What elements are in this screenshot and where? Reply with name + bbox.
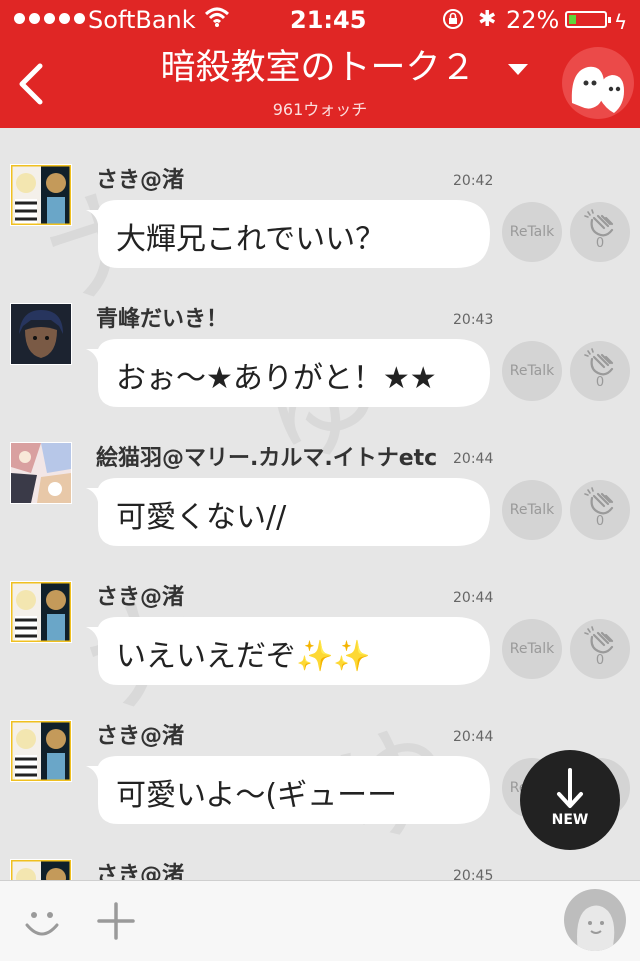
composer-bar [0, 880, 640, 961]
message-bubble[interactable]: 可愛いよ〜(ギューー [84, 754, 491, 825]
room-title[interactable]: 暗殺教室のトーク２ [160, 48, 475, 88]
message-bubble[interactable]: いえいえだぞ✨✨ [84, 615, 491, 686]
message-row: 青峰だいき！ 20:43 おぉ〜★ありがと！★★ ReTalk 0 [0, 267, 640, 408]
clap-count: 0 [595, 236, 605, 251]
caret-down-icon[interactable] [508, 64, 528, 75]
battery-fill [569, 15, 576, 24]
username[interactable]: さき@渚 [96, 162, 184, 194]
new-button-label: NEW [551, 812, 589, 828]
user-avatar[interactable] [10, 442, 72, 504]
retalk-button[interactable]: ReTalk [502, 480, 562, 540]
status-time: 21:45 [290, 6, 367, 34]
user-avatar[interactable] [10, 859, 72, 880]
status-bar: SoftBank 21:45 ✱ 22% ϟ [0, 0, 640, 40]
message-time: 20:45 [453, 868, 494, 880]
message-row: さき@渚 20:42 大輝兄これでいい？ ReTalk 0 [0, 128, 640, 269]
username[interactable]: 絵猫羽@マリー.カルマ.イトナetc [96, 440, 437, 472]
chat-feed[interactable]: ナ ゆ ナ ゆ さき@渚20:42大輝兄これでいい？ReTalk0青峰だいき！2… [0, 128, 640, 880]
message-time: 20:43 [453, 312, 494, 328]
watch-count: 961ウォッチ [272, 100, 368, 119]
battery-icon [565, 11, 611, 28]
wifi-icon [204, 7, 230, 27]
username[interactable]: さき@渚 [96, 718, 184, 750]
message-time: 20:44 [453, 451, 494, 467]
username[interactable]: さき@渚 [96, 857, 184, 880]
message-text: 大輝兄これでいい？ [116, 222, 386, 257]
message-text: いえいえだぞ✨✨ [116, 639, 371, 674]
clap-count: 0 [595, 375, 605, 390]
clap-count: 0 [595, 514, 605, 529]
rotation-lock-icon [443, 9, 463, 29]
bluetooth-icon: ✱ [478, 7, 497, 32]
message-text: おぉ〜★ありがと！★★ [116, 361, 437, 396]
username[interactable]: 青峰だいき！ [96, 301, 228, 333]
retalk-button[interactable]: ReTalk [502, 619, 562, 679]
retalk-button[interactable]: ReTalk [502, 202, 562, 262]
message-text: 可愛くない// [116, 500, 287, 535]
user-avatar[interactable] [10, 720, 72, 782]
battery-percent: 22% [506, 6, 560, 34]
carrier-label: SoftBank [88, 6, 196, 34]
message-time: 20:44 [453, 729, 494, 745]
username[interactable]: さき@渚 [96, 579, 184, 611]
retalk-button[interactable]: ReTalk [502, 341, 562, 401]
message-row: さき@渚 20:44 いえいえだぞ✨✨ ReTalk 0 [0, 545, 640, 686]
message-bubble[interactable]: 大輝兄これでいい？ [84, 198, 491, 269]
room-title-wrap[interactable]: 暗殺教室のトーク２ [0, 48, 640, 88]
user-avatar[interactable] [10, 303, 72, 365]
message-bubble[interactable]: おぉ〜★ありがと！★★ [84, 337, 491, 408]
user-avatar[interactable] [10, 164, 72, 226]
signal-dots-icon [14, 13, 85, 24]
clap-button[interactable]: 0 [570, 619, 630, 679]
message-time: 20:44 [453, 590, 494, 606]
clap-button[interactable]: 0 [570, 341, 630, 401]
message-text: 可愛いよ〜(ギューー [116, 778, 398, 813]
profile-avatar-icon[interactable] [564, 889, 626, 951]
clap-button[interactable]: 0 [570, 202, 630, 262]
message-time: 20:42 [453, 173, 494, 189]
app-header: SoftBank 21:45 ✱ 22% ϟ 暗殺教室のトーク２ 961ウォッチ [0, 0, 640, 128]
new-messages-button[interactable]: NEW [520, 750, 620, 850]
user-avatar[interactable] [10, 581, 72, 643]
charging-bolt-icon: ϟ [614, 10, 628, 34]
clap-count: 0 [595, 653, 605, 668]
ghost-mascot-icon[interactable] [562, 47, 634, 119]
clap-button[interactable]: 0 [570, 480, 630, 540]
message-row: 絵猫羽@マリー.カルマ.イトナetc 20:44 可愛くない// ReTalk 0 [0, 406, 640, 547]
message-bubble[interactable]: 可愛くない// [84, 476, 491, 547]
arrow-down-icon [557, 768, 583, 808]
smiley-icon[interactable] [22, 903, 62, 943]
plus-icon[interactable] [96, 901, 136, 941]
